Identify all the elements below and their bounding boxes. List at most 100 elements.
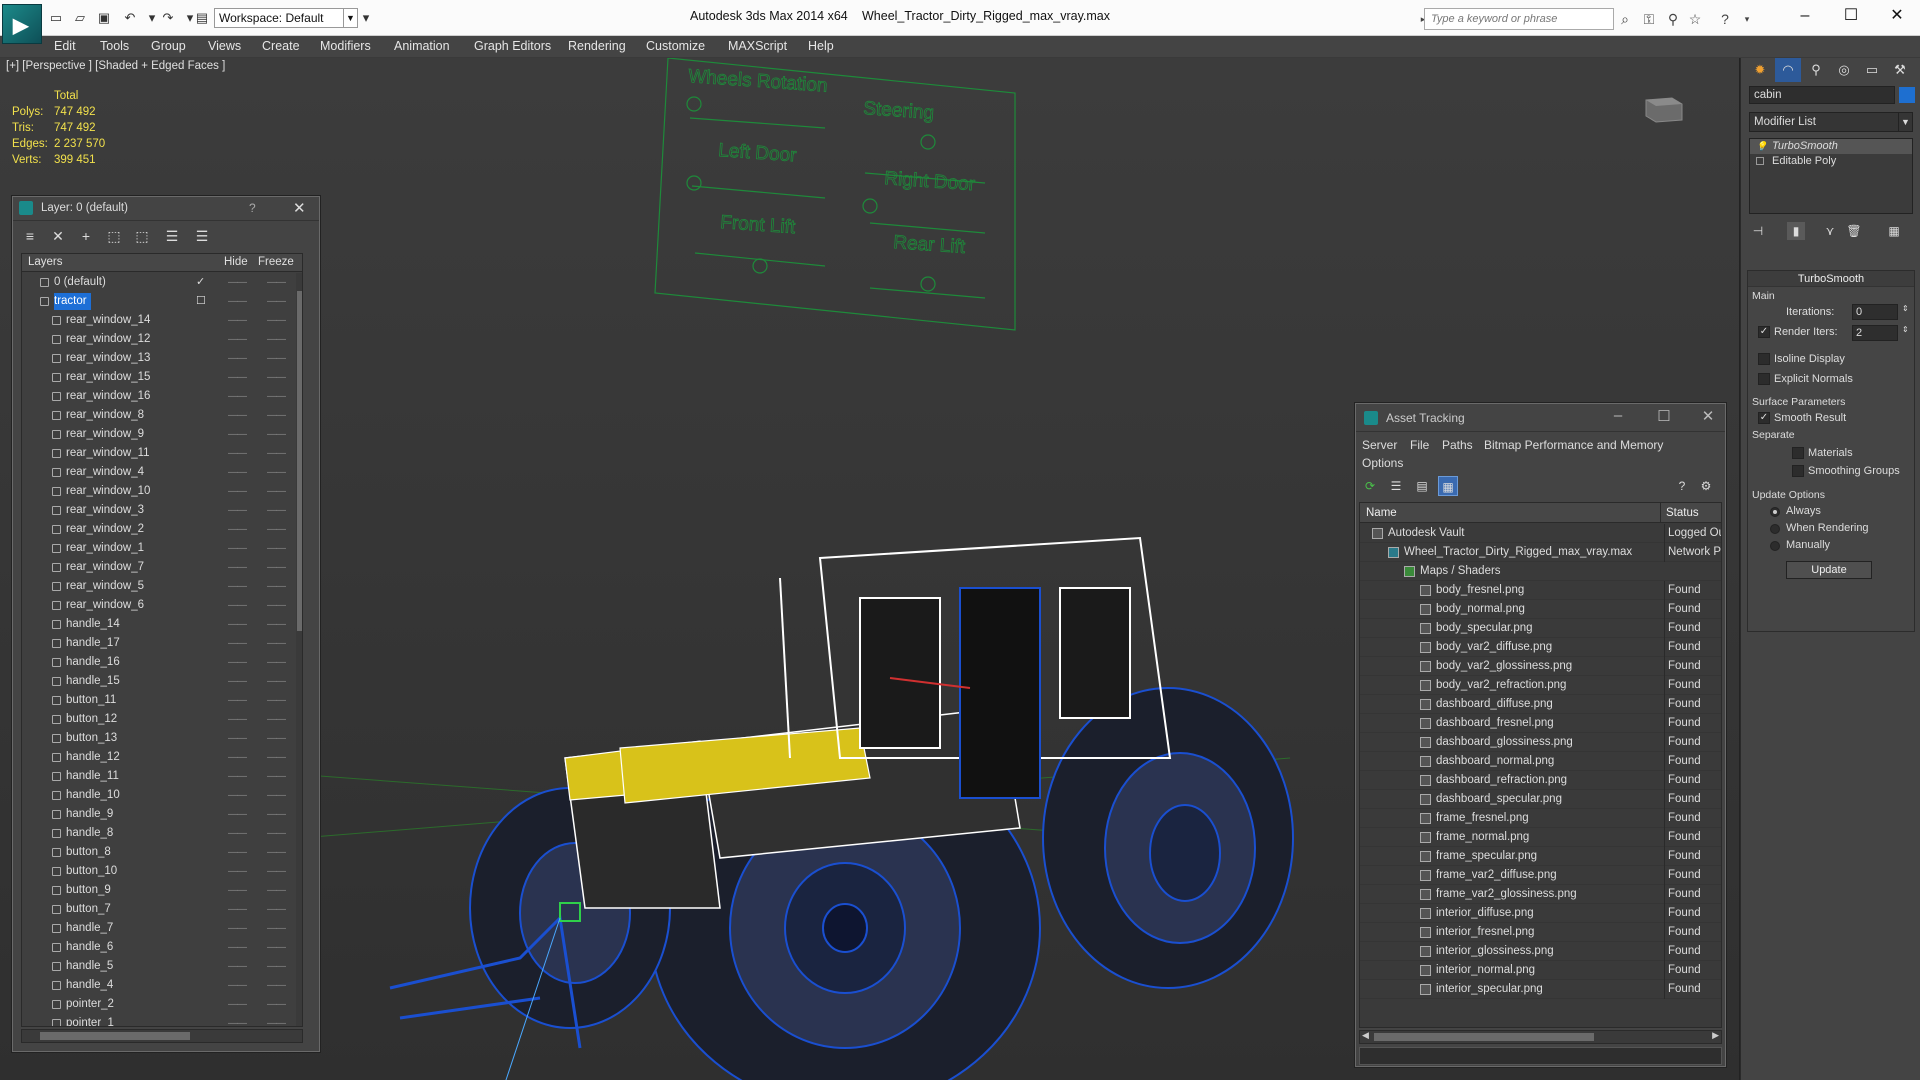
scroll-thumb[interactable] bbox=[40, 1032, 190, 1040]
layer-row[interactable]: handle_9 —— —— bbox=[22, 805, 294, 824]
asset-row[interactable]: dashboard_glossiness.png Found bbox=[1360, 733, 1721, 752]
layer-row[interactable]: rear_window_1 —— —— bbox=[22, 539, 294, 558]
maximize-button[interactable]: ☐ bbox=[1828, 0, 1874, 32]
asset-row[interactable]: interior_fresnel.png Found bbox=[1360, 923, 1721, 942]
layer-horizontal-scrollbar[interactable] bbox=[21, 1029, 303, 1043]
hide-toggle[interactable]: —— bbox=[228, 463, 247, 482]
asset-horizontal-scrollbar[interactable]: ◀ ▶ bbox=[1359, 1030, 1722, 1044]
header-status[interactable]: Status bbox=[1666, 507, 1699, 519]
smooth-result-checkbox[interactable]: ✓ bbox=[1758, 412, 1770, 424]
explicit-normals-checkbox[interactable] bbox=[1758, 373, 1770, 385]
hide-toggle[interactable]: —— bbox=[228, 273, 247, 292]
close-icon[interactable]: ✕ bbox=[293, 199, 306, 217]
hide-toggle[interactable]: —— bbox=[228, 672, 247, 691]
menu-group[interactable]: Group bbox=[151, 39, 186, 53]
layer-row[interactable]: rear_window_10 —— —— bbox=[22, 482, 294, 501]
freeze-toggle[interactable]: —— bbox=[267, 653, 286, 672]
render-iters-checkbox[interactable]: ✓ bbox=[1758, 326, 1770, 338]
freeze-toggle[interactable]: —— bbox=[267, 292, 286, 311]
freeze-toggle[interactable]: —— bbox=[267, 311, 286, 330]
layer-row[interactable]: handle_4 —— —— bbox=[22, 976, 294, 995]
hide-toggle[interactable]: —— bbox=[228, 596, 247, 615]
freeze-toggle[interactable]: —— bbox=[267, 729, 286, 748]
freeze-toggle[interactable]: —— bbox=[267, 349, 286, 368]
layer-row[interactable]: rear_window_4 —— —— bbox=[22, 463, 294, 482]
remove-modifier-icon[interactable]: 🗑 bbox=[1845, 222, 1863, 240]
new-file-icon[interactable]: ▭ bbox=[48, 10, 64, 26]
asset-row[interactable]: frame_var2_glossiness.png Found bbox=[1360, 885, 1721, 904]
menu-tools[interactable]: Tools bbox=[100, 39, 129, 53]
layer-row[interactable]: tractor ☐ —— —— bbox=[22, 292, 294, 311]
table-view-icon[interactable]: ▦ bbox=[1438, 476, 1458, 496]
asset-row[interactable]: frame_normal.png Found bbox=[1360, 828, 1721, 847]
asset-menu-server[interactable]: Server bbox=[1362, 438, 1397, 452]
layer-row[interactable]: rear_window_8 —— —— bbox=[22, 406, 294, 425]
hide-toggle[interactable]: —— bbox=[228, 976, 247, 995]
hide-toggle[interactable]: —— bbox=[228, 862, 247, 881]
menu-rendering[interactable]: Rendering bbox=[568, 39, 626, 53]
freeze-toggle[interactable]: —— bbox=[267, 558, 286, 577]
hide-toggle[interactable]: —— bbox=[228, 292, 247, 311]
minimize-button[interactable]: – bbox=[1782, 0, 1828, 32]
hide-toggle[interactable]: —— bbox=[228, 406, 247, 425]
modifier-list-dropdown[interactable]: Modifier List ▼ bbox=[1749, 112, 1913, 132]
motion-tab-icon[interactable]: ◎ bbox=[1831, 58, 1857, 82]
help-icon[interactable]: ? bbox=[1716, 10, 1734, 28]
close-icon[interactable]: ✕ bbox=[1698, 407, 1718, 425]
asset-dialog-titlebar[interactable]: Asset Tracking – ☐ ✕ bbox=[1356, 404, 1725, 432]
asset-row[interactable]: Autodesk Vault Logged Ou bbox=[1360, 524, 1721, 543]
hide-toggle[interactable]: —— bbox=[228, 767, 247, 786]
layer-row[interactable]: button_13 —— —— bbox=[22, 729, 294, 748]
project-folder-icon[interactable]: ▤ bbox=[194, 10, 210, 26]
header-name[interactable]: Name bbox=[1366, 507, 1397, 519]
freeze-toggle[interactable]: —— bbox=[267, 900, 286, 919]
asset-row[interactable]: Maps / Shaders bbox=[1360, 562, 1721, 581]
lightbulb-icon[interactable]: 💡 bbox=[1756, 141, 1767, 151]
layer-row[interactable]: 0 (default) ✓ —— —— bbox=[22, 273, 294, 292]
menu-edit[interactable]: Edit bbox=[54, 39, 76, 53]
hide-toggle[interactable]: —— bbox=[228, 843, 247, 862]
hide-toggle[interactable]: —— bbox=[228, 691, 247, 710]
freeze-toggle[interactable]: —— bbox=[267, 938, 286, 957]
materials-checkbox[interactable] bbox=[1792, 447, 1804, 459]
delete-layer-icon[interactable]: ✕ bbox=[47, 225, 69, 247]
detail-view-icon[interactable]: ▤ bbox=[1412, 476, 1432, 496]
workspace-dropdown[interactable]: Workspace: Default ▼ bbox=[214, 8, 358, 28]
refresh-icon[interactable]: ⟳ bbox=[1360, 476, 1380, 496]
asset-menu-bitmap-performance[interactable]: Bitmap Performance and Memory bbox=[1484, 438, 1663, 452]
smoothing-groups-checkbox[interactable] bbox=[1792, 465, 1804, 477]
layer-row[interactable]: handle_5 —— —— bbox=[22, 957, 294, 976]
asset-menu-options[interactable]: Options bbox=[1362, 456, 1403, 470]
hide-toggle[interactable]: —— bbox=[228, 425, 247, 444]
hide-toggle[interactable]: —— bbox=[228, 482, 247, 501]
layer-row[interactable]: button_7 —— —— bbox=[22, 900, 294, 919]
freeze-toggle[interactable]: —— bbox=[267, 634, 286, 653]
hide-toggle[interactable]: —— bbox=[228, 539, 247, 558]
layer-row[interactable]: handle_8 —— —— bbox=[22, 824, 294, 843]
freeze-toggle[interactable]: —— bbox=[267, 957, 286, 976]
layer-row[interactable]: handle_10 —— —— bbox=[22, 786, 294, 805]
open-file-icon[interactable]: ▱ bbox=[72, 10, 88, 26]
freeze-toggle[interactable]: —— bbox=[267, 805, 286, 824]
redo-icon[interactable]: ↷ bbox=[160, 10, 176, 26]
freeze-toggle[interactable]: —— bbox=[267, 710, 286, 729]
freeze-toggle[interactable]: —— bbox=[267, 387, 286, 406]
asset-row[interactable]: interior_diffuse.png Found bbox=[1360, 904, 1721, 923]
hide-toggle[interactable]: —— bbox=[228, 824, 247, 843]
layer-row[interactable]: handle_12 —— —— bbox=[22, 748, 294, 767]
isoline-checkbox[interactable] bbox=[1758, 353, 1770, 365]
update-button[interactable]: Update bbox=[1786, 561, 1872, 579]
asset-row[interactable]: dashboard_normal.png Found bbox=[1360, 752, 1721, 771]
freeze-toggle[interactable]: —— bbox=[267, 767, 286, 786]
hide-toggle[interactable]: —— bbox=[228, 615, 247, 634]
menu-help[interactable]: Help bbox=[808, 39, 834, 53]
hide-toggle[interactable]: —— bbox=[228, 919, 247, 938]
menu-graph-editors[interactable]: Graph Editors bbox=[474, 39, 551, 53]
layers-stack-icon[interactable]: ≡ bbox=[19, 225, 41, 247]
menu-modifiers[interactable]: Modifiers bbox=[320, 39, 371, 53]
asset-row[interactable]: dashboard_specular.png Found bbox=[1360, 790, 1721, 809]
utilities-tab-icon[interactable]: ⚒ bbox=[1887, 58, 1913, 82]
menu-views[interactable]: Views bbox=[208, 39, 241, 53]
hide-toggle[interactable]: —— bbox=[228, 349, 247, 368]
render-iters-spinner[interactable]: 2 bbox=[1852, 325, 1898, 341]
